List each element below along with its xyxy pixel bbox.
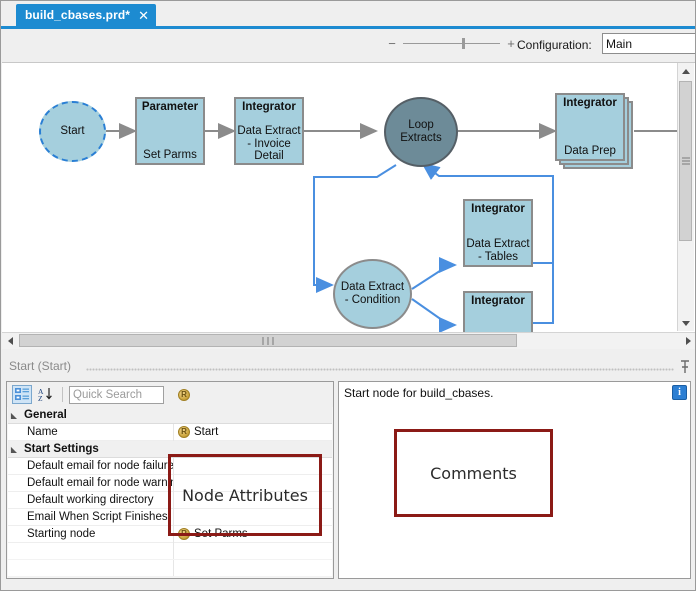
property-name: Email When Script Finishes xyxy=(27,511,168,523)
close-icon[interactable]: ✕ xyxy=(138,9,149,22)
node-invoice-detail-title: Integrator xyxy=(242,101,296,113)
table-row[interactable]: Name Start xyxy=(8,423,332,441)
canvas-toolbar: − + Configuration: xyxy=(1,29,695,62)
annotation-comments-label: Comments xyxy=(430,463,517,483)
zoom-slider-group[interactable]: − + xyxy=(387,37,516,50)
info-icon[interactable]: i xyxy=(672,385,687,400)
node-invoice-detail-line2: - Invoice xyxy=(247,137,291,150)
property-name: Starting node xyxy=(27,528,96,540)
properties-panel-header: Start (Start) xyxy=(2,356,695,378)
node-clipped-title: Integrator xyxy=(471,295,525,307)
node-tables-line2: - Tables xyxy=(477,250,519,263)
node-data-prep-title: Integrator xyxy=(563,97,617,109)
canvas-vertical-scrollbar[interactable] xyxy=(677,63,694,331)
property-group-label: Start Settings xyxy=(24,443,99,455)
node-loop-extracts-line1: Loop xyxy=(408,119,434,131)
property-name: Default email for node warnings xyxy=(27,477,173,489)
horizontal-scroll-thumb[interactable] xyxy=(19,334,517,347)
node-loop-extracts-line2: Extracts xyxy=(400,132,442,144)
required-badge-icon xyxy=(178,388,190,401)
configuration-input[interactable] xyxy=(602,33,695,54)
node-loop-extracts[interactable]: Loop Extracts xyxy=(384,97,458,167)
node-data-prep-front[interactable]: Integrator Data Prep xyxy=(555,93,625,161)
scroll-grip-icon-h xyxy=(261,334,276,348)
scroll-up-icon[interactable] xyxy=(678,63,694,79)
toolbar-separator xyxy=(62,387,63,402)
sort-az-icon[interactable]: A Z xyxy=(36,385,56,404)
property-group-label: General xyxy=(24,409,67,421)
tab-label: build_cbases.prd* xyxy=(25,8,131,22)
node-set-parms-title: Parameter xyxy=(141,101,199,113)
scroll-left-icon[interactable] xyxy=(2,333,18,349)
annotation-node-attributes-label: Node Attributes xyxy=(182,485,308,505)
canvas-horizontal-scrollbar[interactable] xyxy=(2,332,695,349)
node-tables-title: Integrator xyxy=(471,203,525,215)
table-row-empty xyxy=(8,560,332,577)
search-input[interactable] xyxy=(69,385,164,404)
node-start-label: Start xyxy=(60,125,85,137)
vertical-scroll-thumb[interactable] xyxy=(679,81,692,241)
canvas-viewport[interactable]: Start Parameter Set Parms Integrator Dat… xyxy=(2,63,679,333)
collapse-icon[interactable]: ◣ xyxy=(8,441,20,458)
tab-strip: build_cbases.prd* ✕ xyxy=(1,1,695,29)
property-name: Name xyxy=(27,426,58,438)
properties-toolbar: A Z xyxy=(7,382,333,407)
node-invoice-detail[interactable]: Integrator Data Extract - Invoice Detail xyxy=(234,97,304,165)
property-value[interactable]: Start xyxy=(173,423,332,441)
property-name: Default working directory xyxy=(27,494,154,506)
node-invoice-detail-line3: Detail xyxy=(254,150,284,162)
scroll-down-icon[interactable] xyxy=(678,315,694,331)
comments-text: Start node for build_cbases. xyxy=(344,386,494,400)
zoom-slider-thumb[interactable] xyxy=(462,38,465,49)
node-condition-line2: - Condition xyxy=(344,294,401,306)
annotation-node-attributes: Node Attributes xyxy=(168,454,322,536)
zoom-slider-track xyxy=(403,43,500,44)
node-data-extract-condition[interactable]: Data Extract - Condition xyxy=(333,259,412,329)
collapse-icon[interactable]: ◣ xyxy=(8,407,20,424)
scroll-right-icon[interactable] xyxy=(680,333,695,349)
required-badge-icon xyxy=(178,426,190,438)
zoom-slider[interactable] xyxy=(403,38,500,49)
node-set-parms[interactable]: Parameter Set Parms xyxy=(135,97,205,165)
workflow-canvas[interactable]: Start Parameter Set Parms Integrator Dat… xyxy=(2,62,695,348)
zoom-in-icon[interactable]: + xyxy=(506,37,516,50)
property-name: Default email for node failures xyxy=(27,460,173,472)
zoom-out-icon[interactable]: − xyxy=(387,37,397,50)
table-row-empty xyxy=(8,543,332,560)
node-invoice-detail-line1: Data Extract xyxy=(237,125,301,137)
tab-build-cbases[interactable]: build_cbases.prd* ✕ xyxy=(16,4,156,26)
node-condition-line1: Data Extract xyxy=(340,281,405,293)
configuration-label: Configuration: xyxy=(517,38,592,52)
application-window: build_cbases.prd* ✕ − + Configuration: M… xyxy=(0,0,696,591)
node-set-parms-label: Set Parms xyxy=(143,148,197,161)
node-data-prep[interactable]: Integrator Data Prep xyxy=(555,93,641,175)
pin-icon[interactable] xyxy=(679,360,691,374)
node-data-prep-label: Data Prep xyxy=(564,144,616,157)
node-tables-line1: Data Extract xyxy=(466,238,530,250)
property-value-text: Start xyxy=(194,426,219,438)
panel-title-label: Start (Start) xyxy=(9,359,72,373)
node-start[interactable]: Start xyxy=(39,101,106,162)
property-group-general[interactable]: ◣ General xyxy=(8,407,332,424)
node-data-extract-tables[interactable]: Integrator Data Extract - Tables xyxy=(463,199,533,267)
panel-title-rule xyxy=(86,368,674,371)
svg-text:Z: Z xyxy=(38,394,43,402)
scroll-grip-icon xyxy=(681,156,690,167)
canvas-content: Start Parameter Set Parms Integrator Dat… xyxy=(2,63,679,333)
annotation-comments: Comments xyxy=(394,429,553,517)
categorize-icon[interactable] xyxy=(12,385,32,404)
node-integrator-clipped[interactable]: Integrator xyxy=(463,291,533,333)
status-bar xyxy=(2,579,695,590)
